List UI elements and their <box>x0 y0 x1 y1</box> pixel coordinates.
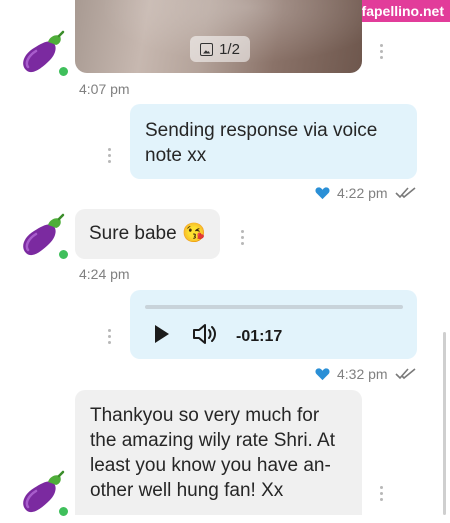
photo-attachment[interactable]: 1/2 <box>75 0 362 73</box>
message-time: 4:24 pm <box>79 266 130 282</box>
double-check-icon <box>395 187 416 199</box>
kebab-menu-icon[interactable] <box>241 230 245 245</box>
image-icon <box>200 42 214 56</box>
incoming-message-bubble[interactable]: Thankyou so very much for the amazing wi… <box>75 390 362 515</box>
outgoing-message-bubble[interactable]: Sending response via voice note xx <box>130 104 417 179</box>
kebab-menu-icon[interactable] <box>380 44 384 59</box>
message-status: 4:22 pm <box>315 185 417 201</box>
kebab-menu-icon[interactable] <box>108 329 112 344</box>
online-status-dot <box>57 65 70 78</box>
message-time: 4:32 pm <box>337 366 388 382</box>
heart-icon[interactable] <box>315 186 330 200</box>
message-time: 4:22 pm <box>337 185 388 201</box>
avatar[interactable] <box>18 213 70 263</box>
audio-duration: -01:17 <box>236 328 283 345</box>
volume-icon[interactable] <box>192 322 218 346</box>
message-text: Sending response via voice note xx <box>145 120 378 166</box>
watermark: fapellino.net <box>355 0 450 22</box>
avatar[interactable] <box>18 470 70 520</box>
heart-icon[interactable] <box>315 367 330 381</box>
double-check-icon <box>395 368 416 380</box>
message-time: 4:07 pm <box>79 81 130 97</box>
incoming-message-bubble[interactable]: Sure babe 😘 <box>75 209 220 259</box>
play-icon[interactable] <box>155 325 169 343</box>
kebab-menu-icon[interactable] <box>108 148 112 163</box>
audio-progress-track[interactable] <box>145 305 403 309</box>
message-text: Sure babe 😘 <box>89 223 206 244</box>
avatar[interactable] <box>18 30 70 80</box>
kebab-menu-icon[interactable] <box>380 486 384 501</box>
scrollbar[interactable] <box>443 332 446 515</box>
message-status: 4:32 pm <box>315 366 417 382</box>
image-counter: 1/2 <box>190 36 250 62</box>
voice-note-bubble[interactable]: -01:17 <box>130 290 417 359</box>
message-text: Thankyou so very much for the amazing wi… <box>90 405 335 501</box>
online-status-dot <box>57 248 70 261</box>
online-status-dot <box>57 505 70 518</box>
image-counter-text: 1/2 <box>219 40 240 58</box>
